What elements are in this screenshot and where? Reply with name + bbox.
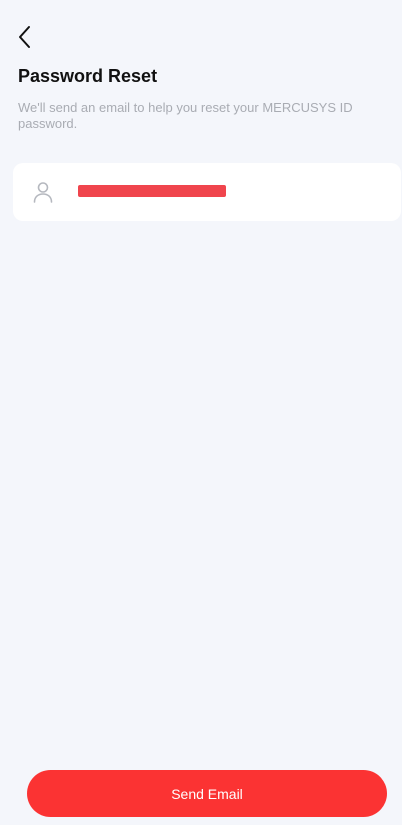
email-field-container[interactable] (13, 163, 401, 221)
page-subtitle: We'll send an email to help you reset yo… (18, 100, 353, 131)
page-title: Password Reset (18, 66, 158, 86)
password-reset-screen: Password Reset We'll send an email to he… (0, 0, 402, 825)
back-button[interactable] (12, 24, 38, 50)
chevron-left-icon (19, 26, 30, 48)
redacted-email-overlay (78, 185, 226, 197)
user-icon (33, 182, 53, 203)
send-email-button[interactable]: Send Email (27, 770, 387, 817)
